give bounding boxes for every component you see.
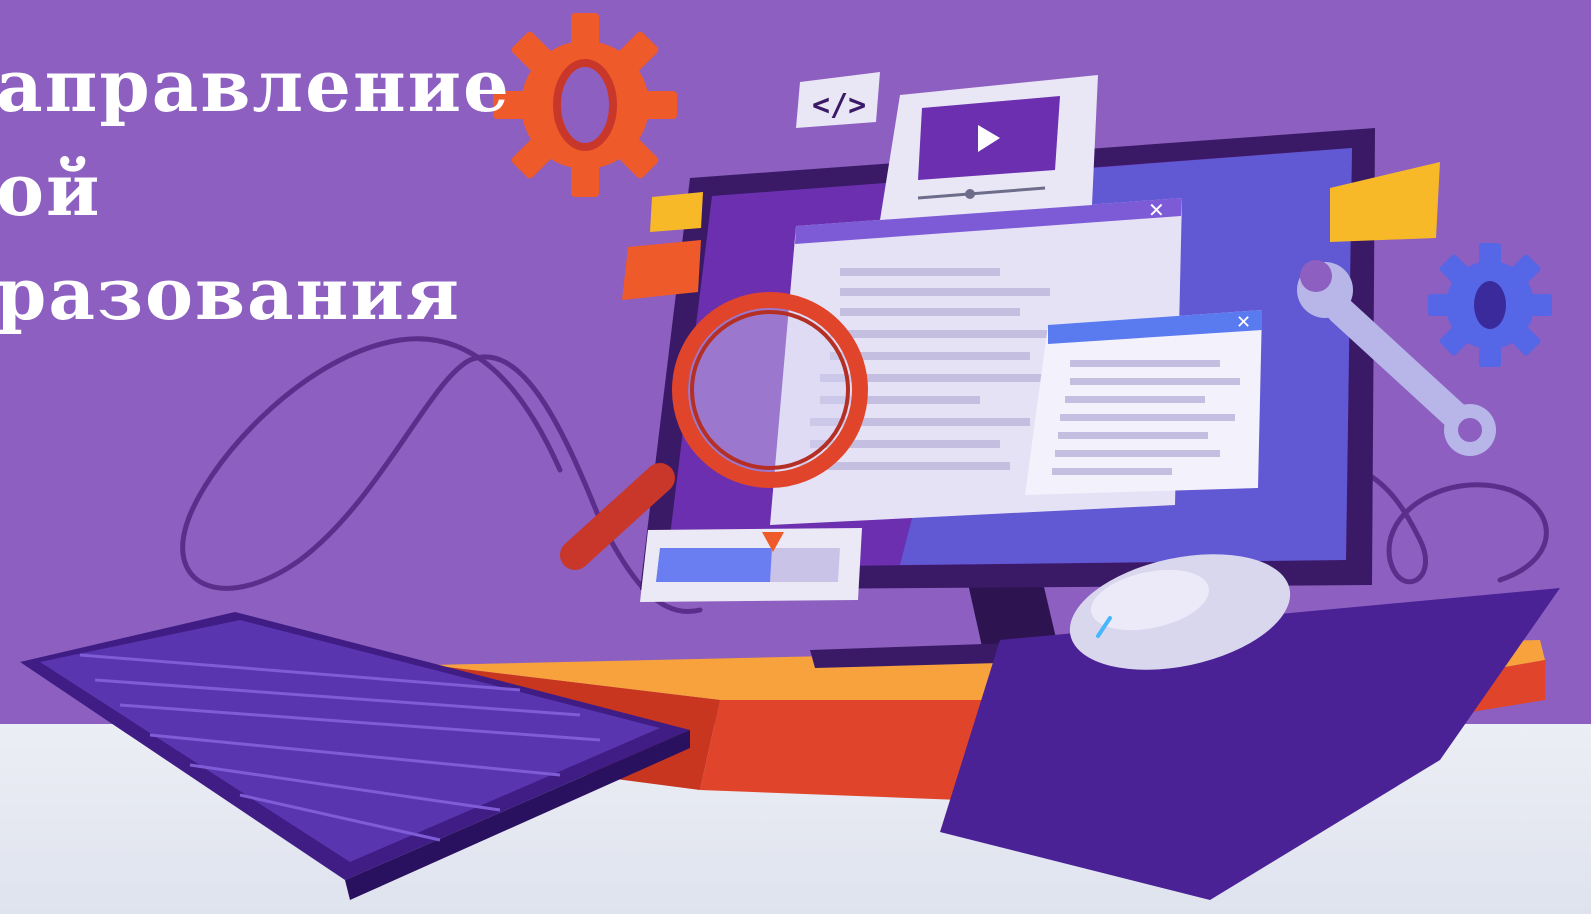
accent-block-yellow-left <box>650 192 703 232</box>
keyboard <box>20 612 690 900</box>
heading-line-2: ой <box>0 147 102 232</box>
screen-window-secondary: ✕ <box>1025 310 1262 495</box>
close-icon: ✕ <box>1236 312 1251 333</box>
gear-icon <box>1428 243 1552 367</box>
heading-line-1: аправление <box>0 43 511 128</box>
banner-heading: аправление ой разования <box>0 34 511 346</box>
cable-left <box>180 336 703 614</box>
progress-panel <box>640 528 862 602</box>
code-badge: </> <box>796 72 880 128</box>
heading-line-3: разования <box>0 251 461 336</box>
code-brackets-icon: </> <box>812 88 866 123</box>
accent-block-orange-left <box>622 240 701 300</box>
gear-icon <box>493 13 677 197</box>
banner: ✕ ✕ </> аправление ой разования <box>0 0 1591 914</box>
close-icon: ✕ <box>1148 198 1165 222</box>
video-panel <box>880 75 1098 220</box>
